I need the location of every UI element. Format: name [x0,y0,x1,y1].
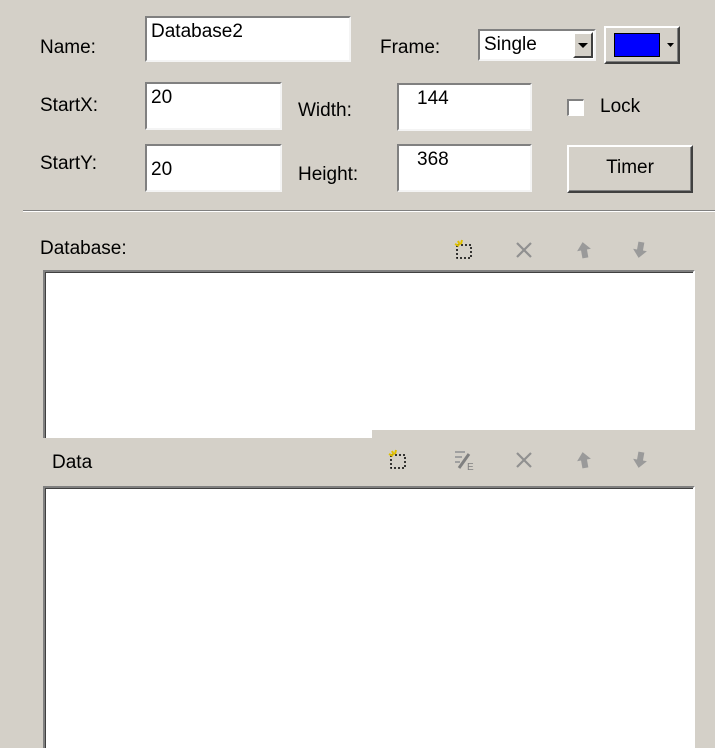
starty-field[interactable]: 20 [145,144,282,192]
data-toolbar-bg [372,430,695,440]
database-new-button[interactable] [444,230,484,270]
database-move-down-button[interactable] [620,230,660,270]
name-label: Name: [40,37,96,58]
lock-checkbox[interactable] [567,99,584,116]
database-move-up-button[interactable] [564,230,604,270]
svg-text:E: E [467,462,474,472]
data-delete-button[interactable] [504,440,544,480]
frame-select[interactable]: Single [478,29,596,61]
frame-select-value: Single [484,34,537,55]
data-list[interactable] [43,486,695,748]
width-label: Width: [298,100,352,121]
delete-icon [516,242,532,258]
data-new-button[interactable] [378,440,418,480]
chevron-down-icon [667,43,674,47]
frame-label: Frame: [380,37,441,58]
starty-label: StartY: [40,153,98,174]
frame-color-button[interactable] [604,26,680,64]
move-down-icon [633,241,647,258]
new-icon [388,449,406,469]
timer-button[interactable]: Timer [567,145,693,193]
new-icon [454,239,472,259]
data-edit-button[interactable]: E [444,440,484,480]
move-up-icon [577,242,591,259]
move-down-icon [633,451,647,468]
startx-field[interactable]: 20 [145,82,282,130]
startx-label: StartX: [40,95,99,116]
color-swatch [614,33,660,57]
database-label: Database: [40,238,127,259]
database-list[interactable] [43,270,695,438]
lock-label[interactable]: Lock [600,96,640,118]
chevron-down-icon [578,43,588,48]
delete-icon [516,452,532,468]
separator [23,210,715,212]
frame-dropdown-button[interactable] [573,32,593,58]
data-label: Data [52,452,93,473]
width-field[interactable]: 144 [397,83,532,131]
database-delete-button[interactable] [504,230,544,270]
data-move-up-button[interactable] [564,440,604,480]
edit-icon: E [455,451,474,472]
height-field[interactable]: 368 [397,144,532,192]
height-label: Height: [298,164,359,185]
move-up-icon [577,452,591,469]
data-move-down-button[interactable] [620,440,660,480]
name-field[interactable]: Database2 [145,16,351,62]
